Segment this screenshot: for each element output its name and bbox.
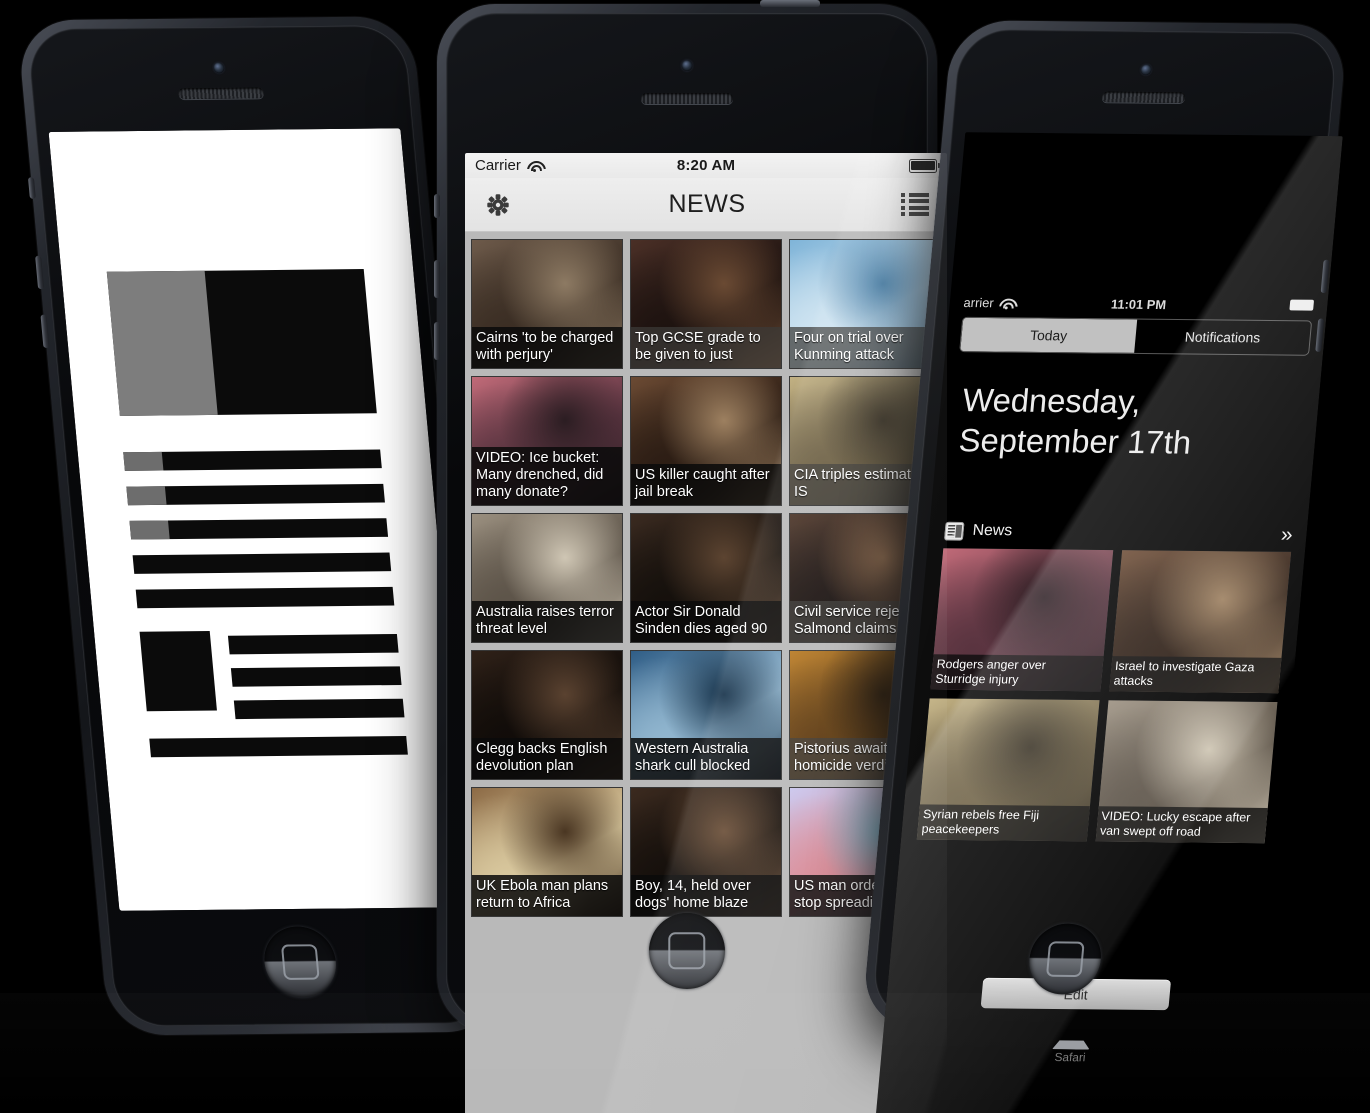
news-headline: Syrian rebels free Fiji peacekeepers [916,804,1090,842]
camera-icon [212,62,225,74]
news-headline: Australia raises terror threat level [472,601,622,642]
mute-switch[interactable] [434,194,440,218]
wireframe-canvas [48,128,472,911]
news-headline: Actor Sir Donald Sinden dies aged 90 [631,601,781,642]
battery-icon [1289,299,1315,311]
earpiece-speaker [178,87,265,100]
news-headline: Top GCSE grade to be given to just [631,327,781,368]
wireframe-hero-image [107,268,377,416]
news-tile[interactable]: UK Ebola man plans return to Africa [471,787,623,917]
carrier-label: arrier [963,295,995,311]
tab-notifications[interactable]: Notifications [1134,320,1311,355]
notification-center: arrier 11:01 PM Today Notifications Wedn… [895,295,1322,951]
right-phone-bezel: arrier 11:01 PM Today Notifications Wedn… [870,29,1343,1113]
notification-news-tile[interactable]: VIDEO: Lucky escape after van swept off … [1095,700,1278,844]
news-headline: UK Ebola man plans return to Africa [472,875,622,916]
news-tile[interactable]: US killer caught after jail break [630,376,782,506]
wireframe-text-line [228,633,399,654]
news-headline: Rodgers anger over Sturridge injury [930,654,1104,692]
center-phone-device: Carrier 8:20 AM NEWS Cairns 'to be charg… [434,0,947,1113]
notification-news-tile[interactable]: Syrian rebels free Fiji peacekeepers [916,698,1100,842]
news-headline: Four on trial over Kunming attack [790,327,940,368]
status-bar-right [735,158,940,173]
news-tile[interactable]: Western Australia shark cull blocked [630,650,782,780]
notification-news-tile[interactable]: Israel to investigate Gaza attacks [1108,550,1292,694]
news-tile[interactable]: VIDEO: Ice bucket: Many drenched, did ma… [471,376,623,506]
home-button[interactable] [261,926,339,998]
news-headline: Boy, 14, held over dogs' home blaze [631,875,781,916]
battery-icon [909,158,940,173]
home-button[interactable] [649,913,725,989]
notification-news-tile[interactable]: Rodgers anger over Sturridge injury [930,548,1113,692]
left-phone-screen[interactable] [48,128,472,911]
clock-label: 8:20 AM [676,157,736,174]
wireframe-text-line [123,449,382,472]
center-phone-bezel: Carrier 8:20 AM NEWS Cairns 'to be charg… [446,13,947,1113]
wireframe-thumb-block [139,630,218,711]
news-headline: Cairns 'to be charged with perjury' [472,327,622,368]
news-widget-header: News » [944,518,1294,547]
date-heading: Wednesday, September 17th [957,380,1306,464]
status-bar: Carrier 8:20 AM [465,153,947,178]
floor-shadow [0,993,1370,1113]
news-headline: Israel to investigate Gaza attacks [1108,656,1282,694]
news-app-icon [944,521,965,541]
news-headline: VIDEO: Lucky escape after van swept off … [1095,806,1268,844]
left-phone-device [16,16,505,1036]
left-phone-bezel [26,25,495,1027]
carrier-label: Carrier [475,157,521,174]
mute-switch[interactable] [27,177,36,199]
news-tile[interactable]: Cairns 'to be charged with perjury' [471,239,623,369]
volume-up-button[interactable] [434,260,440,298]
volume-down-button[interactable] [40,314,50,349]
news-tile[interactable]: Top GCSE grade to be given to just [630,239,782,369]
wireframe-text-line [126,483,386,506]
wireframe-text-line [129,518,389,540]
double-chevron-right-icon[interactable]: » [1280,523,1294,546]
wireframe-text-line [135,586,395,609]
wireframe-text-line [231,666,402,687]
power-button[interactable] [760,0,820,7]
date-line-month-day: September 17th [957,421,1193,461]
date-line-weekday: Wednesday, [961,381,1143,420]
clock-label: 11:01 PM [1110,296,1167,313]
news-tile[interactable]: Boy, 14, held over dogs' home blaze [630,787,782,917]
wireframe-text-line [149,736,409,758]
right-phone-screen[interactable]: arrier 11:01 PM Today Notifications Wedn… [875,132,1343,1113]
navigation-bar: NEWS [465,178,947,232]
camera-icon [1140,64,1153,76]
wifi-icon [999,297,1015,309]
page-title: NEWS [668,190,746,218]
segmented-control[interactable]: Today Notifications [959,316,1313,356]
earpiece-speaker [641,93,733,104]
news-tile[interactable]: Actor Sir Donald Sinden dies aged 90 [630,513,782,643]
news-tile[interactable]: Four on trial over Kunming attack [789,239,941,369]
news-headline: Western Australia shark cull blocked [631,738,781,779]
wireframe-text-line [234,698,405,720]
news-headline: VIDEO: Ice bucket: Many drenched, did ma… [472,447,622,505]
scene-root: Carrier 8:20 AM NEWS Cairns 'to be charg… [0,0,1370,1113]
gear-icon[interactable] [483,190,513,220]
news-tile[interactable]: Clegg backs English devolution plan [471,650,623,780]
earpiece-speaker [1101,91,1186,104]
news-widget-grid[interactable]: Rodgers anger over Sturridge injury Israe… [916,548,1292,844]
status-bar-left: Carrier [475,157,677,174]
status-bar: arrier 11:01 PM [963,295,1315,313]
volume-down-button[interactable] [434,322,440,360]
news-headline: Clegg backs English devolution plan [472,738,622,779]
news-headline: US killer caught after jail break [631,464,781,505]
camera-icon [681,60,693,71]
news-tile[interactable]: Australia raises terror threat level [471,513,623,643]
tab-today[interactable]: Today [960,317,1138,353]
list-view-icon[interactable] [901,192,929,217]
wifi-icon [527,160,542,172]
volume-up-button[interactable] [35,255,45,290]
wireframe-text-line [132,552,392,574]
news-widget-title: News [971,522,1013,540]
